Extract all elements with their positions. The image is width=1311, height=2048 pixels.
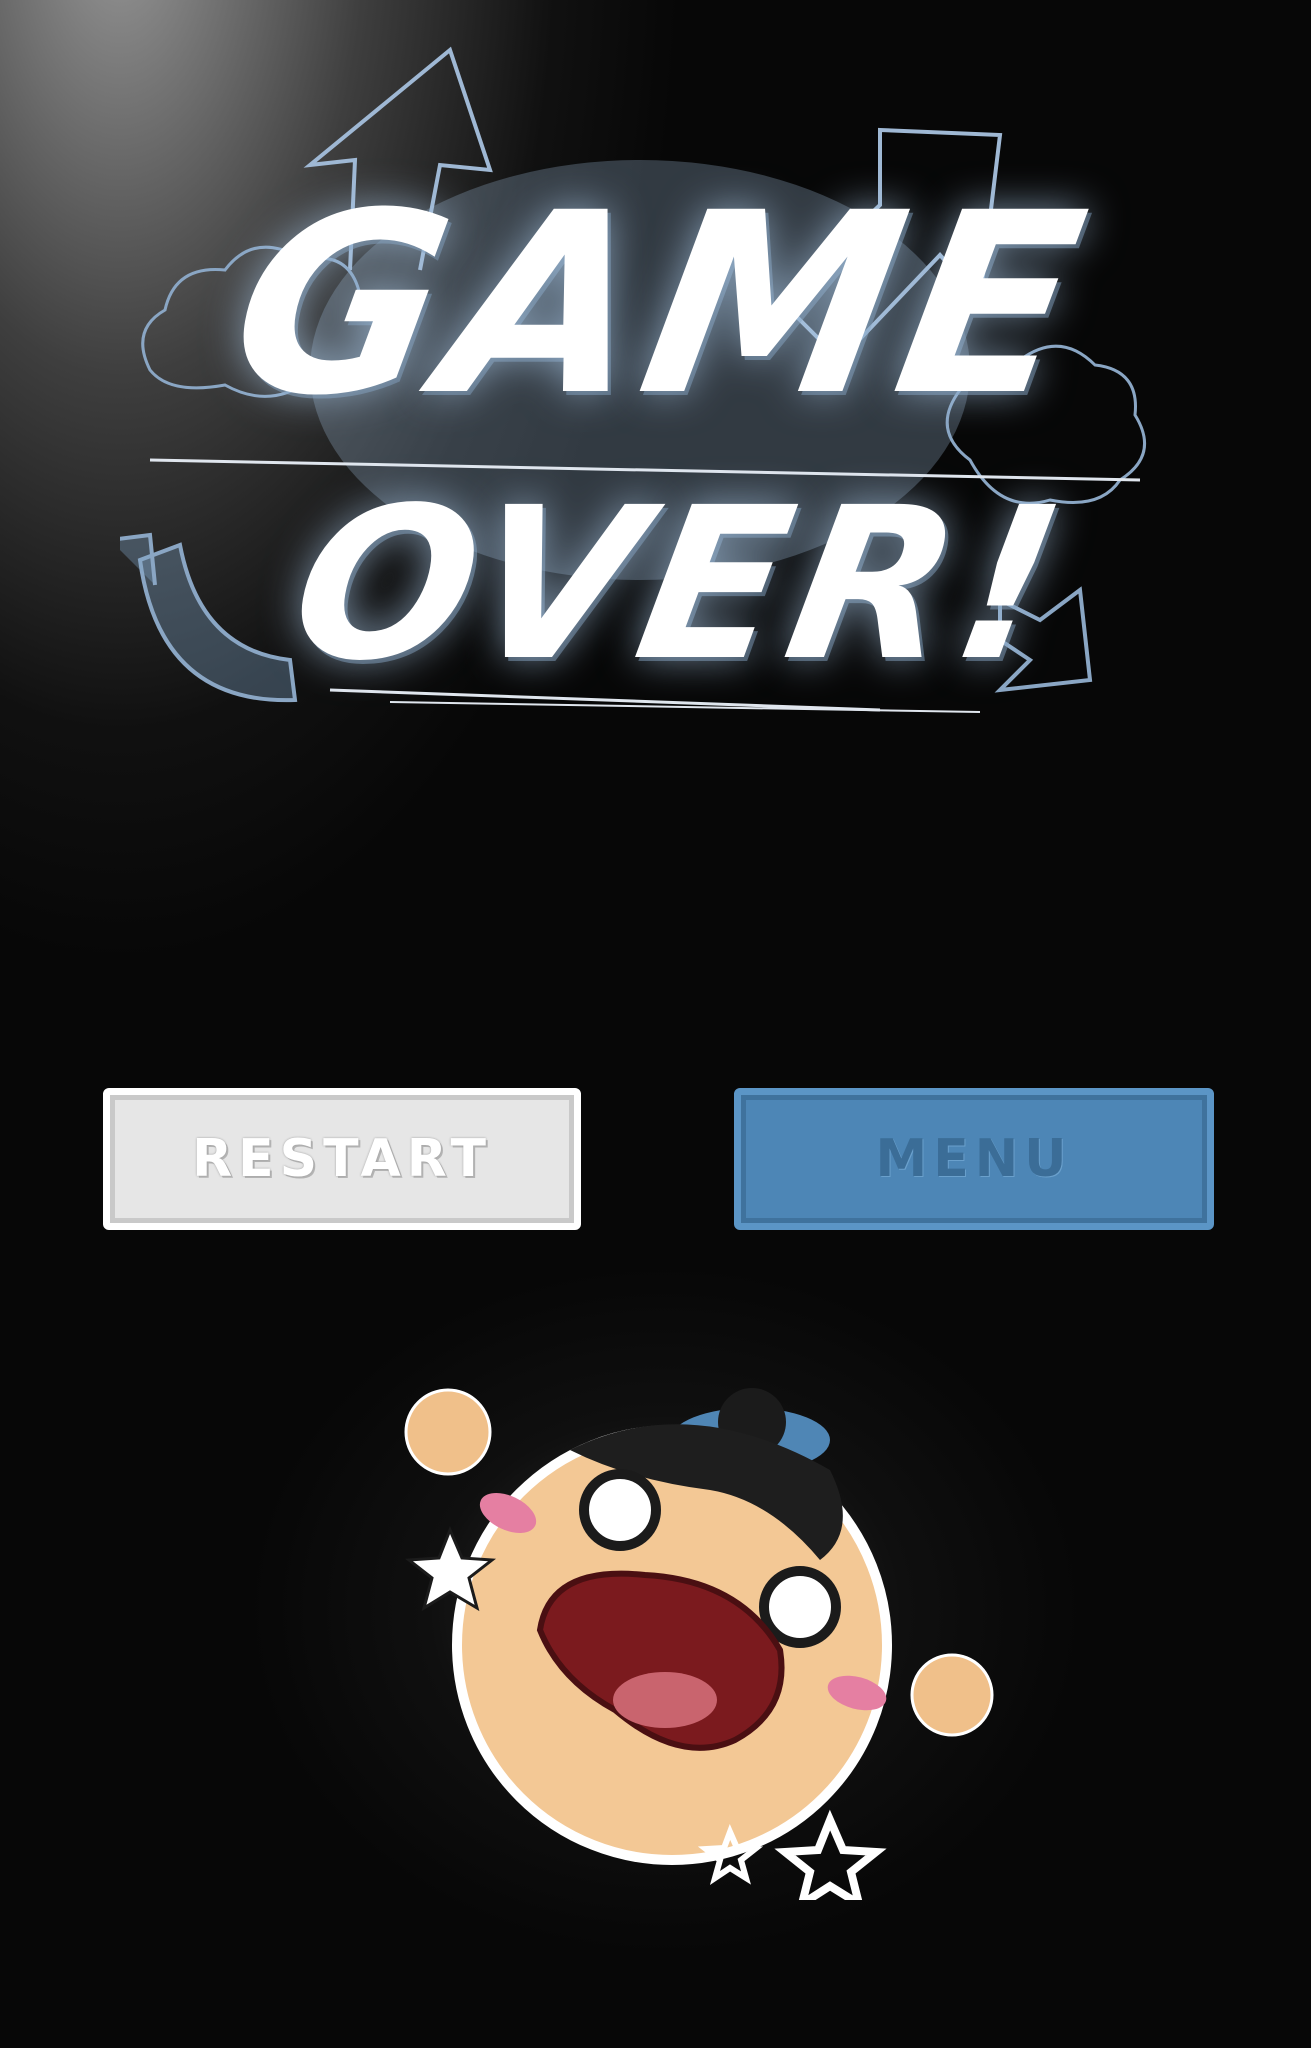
menu-button[interactable]: MENU bbox=[734, 1088, 1214, 1230]
game-over-title: GAME OVER! bbox=[120, 40, 1200, 760]
restart-button-label: RESTART bbox=[192, 1129, 492, 1189]
title-game: GAME bbox=[213, 159, 1107, 450]
dizzy-character bbox=[404, 1388, 994, 1900]
menu-button-label: MENU bbox=[875, 1129, 1073, 1189]
title-over: OVER! bbox=[276, 462, 1084, 707]
restart-button[interactable]: RESTART bbox=[103, 1088, 581, 1230]
game-over-screen: GAME OVER! RESTART MENU bbox=[0, 0, 1311, 2048]
star-icon bbox=[774, 1809, 887, 1900]
